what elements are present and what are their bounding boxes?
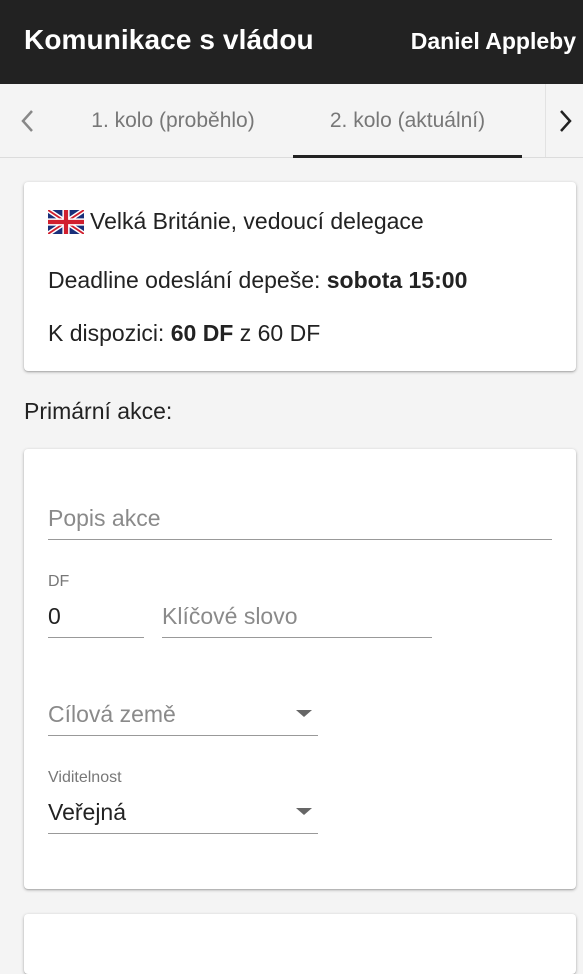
chevron-down-icon	[296, 808, 312, 815]
tabs-next-button[interactable]	[545, 84, 583, 157]
tab-round-2[interactable]: 2. kolo (aktuální)	[293, 84, 522, 158]
country-line: Velká Británie, vedoucí delegace	[48, 208, 424, 235]
next-action-card	[24, 914, 576, 974]
target-country-select[interactable]: Cílová země	[48, 696, 318, 736]
target-country-placeholder: Cílová země	[48, 701, 176, 727]
deadline-value: sobota 15:00	[326, 267, 468, 293]
chevron-right-icon	[559, 109, 572, 132]
tab-round-1[interactable]: 1. kolo (proběhlo)	[62, 84, 284, 157]
df-field[interactable]: DF 0	[48, 571, 144, 638]
primary-action-heading: Primární akce:	[24, 398, 173, 424]
description-field[interactable]: Popis akce	[48, 499, 552, 540]
chevron-down-icon	[296, 710, 312, 717]
available-prefix: K dispozici:	[48, 320, 171, 346]
round-tabs: 1. kolo (proběhlo) 2. kolo (aktuální)	[0, 84, 583, 158]
visibility-label: Viditelnost	[48, 769, 122, 786]
available-line: K dispozici: 60 DF z 60 DF	[48, 320, 320, 347]
keyword-placeholder: Klíčové slovo	[162, 603, 298, 629]
df-label: DF	[48, 573, 70, 590]
chevron-left-icon	[21, 109, 33, 132]
description-placeholder: Popis akce	[48, 505, 161, 531]
tabs-prev-button[interactable]	[6, 84, 50, 157]
deadline-prefix: Deadline odeslání depeše:	[48, 267, 327, 293]
primary-action-card: Popis akce DF 0 Klíčové slovo Cílová zem…	[24, 449, 576, 889]
user-name[interactable]: Daniel Appleby	[411, 28, 576, 55]
deadline-line: Deadline odeslání depeše: sobota 15:00	[48, 267, 467, 294]
app-title: Komunikace s vládou	[24, 24, 314, 55]
visibility-select[interactable]: Viditelnost Veřejná	[48, 767, 318, 834]
app-bar: Komunikace s vládou Daniel Appleby	[0, 0, 583, 84]
delegation-info-card: Velká Británie, vedoucí delegace Deadlin…	[24, 182, 576, 371]
available-value: 60 DF	[170, 320, 234, 346]
available-suffix: z 60 DF	[233, 320, 321, 346]
df-value: 0	[48, 603, 61, 629]
visibility-value: Veřejná	[48, 799, 127, 825]
country-label: Velká Británie, vedoucí delegace	[90, 208, 424, 234]
keyword-field[interactable]: Klíčové slovo	[162, 598, 432, 638]
uk-flag-icon	[48, 209, 84, 234]
